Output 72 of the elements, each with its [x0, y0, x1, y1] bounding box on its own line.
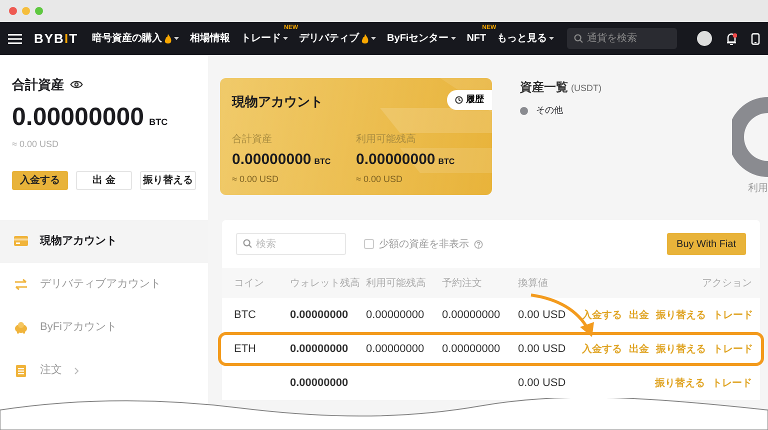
action-button[interactable]: 振り替える — [140, 171, 196, 190]
card-title: 現物アカウント — [232, 93, 323, 111]
column-header: コイン — [234, 276, 265, 290]
table-cell-text: 0.00 USD — [518, 342, 567, 357]
phone-icon[interactable] — [751, 32, 760, 44]
currency-unit: BTC — [314, 156, 331, 166]
caret-icon — [549, 37, 554, 40]
caret-icon — [450, 37, 456, 40]
usd-value: ≈ 0.00 USD — [232, 172, 280, 186]
card-icon — [14, 235, 28, 248]
search-icon — [243, 239, 252, 248]
piggy-bank-icon — [14, 321, 28, 334]
menu-icon[interactable] — [8, 32, 22, 44]
deposit-button[interactable]: 入金する — [12, 171, 68, 190]
clipboard-icon — [14, 364, 28, 377]
chevron-icon — [74, 366, 79, 374]
stat-label: 合計資産 — [232, 132, 273, 146]
transfer-icon — [14, 278, 28, 291]
sidebar-item[interactable]: 現物アカウント — [0, 220, 208, 263]
column-header: 換算値 — [518, 276, 549, 290]
nav-item[interactable]: ByFiセンター — [387, 31, 456, 46]
table-cell-text: 0.00000000 — [442, 342, 502, 357]
stat-label: 利用可能残高 — [356, 132, 417, 146]
table-cell-text: 0.00000000 — [290, 308, 350, 323]
search-field[interactable]: 通貨を検索 — [567, 28, 678, 49]
search-field[interactable]: 検索 — [236, 233, 346, 255]
logo[interactable]: BYBIT — [34, 28, 78, 48]
clock-icon — [455, 96, 463, 104]
table-cell-text: 0.00000000 — [366, 308, 426, 323]
history-button[interactable]: 履歴 — [447, 90, 492, 110]
table-cell-text: ETH — [234, 342, 257, 357]
bell-icon[interactable] — [726, 32, 737, 44]
nav-item[interactable]: デリバティブ — [299, 31, 376, 46]
column-header: アクション — [701, 276, 752, 290]
overview-title: 資産一覧 — [520, 80, 568, 94]
flame-icon — [361, 34, 370, 44]
flame-icon — [164, 34, 172, 44]
table-cell-text: 0.00000000 — [290, 342, 350, 357]
donut-label: 利用 — [748, 182, 768, 196]
search-icon — [574, 34, 584, 43]
nav-item[interactable]: 暗号資産の購入 — [92, 31, 180, 46]
caret-icon — [174, 37, 180, 40]
checkbox-label: 少額の資産を非表示 — [379, 238, 469, 252]
stat-amount: 0.00000000 — [232, 150, 312, 168]
stat-amount: 0.00000000 — [356, 150, 436, 168]
legend-label: その他 — [536, 104, 563, 117]
usd-value: ≈ 0.00 USD — [356, 172, 404, 186]
currency-unit: BTC — [149, 118, 168, 126]
column-header: 利用可能残高 — [366, 276, 427, 290]
table-cell-text: 0.00 USD — [518, 376, 567, 391]
table-cell-text: BTC — [234, 308, 257, 323]
caret-icon — [371, 37, 376, 40]
nav-item[interactable]: もっと見る — [497, 31, 554, 46]
caret-icon — [283, 37, 288, 40]
table-cell-text: 0.00000000 — [442, 308, 502, 323]
total-assets-title: 合計資産 — [12, 76, 64, 94]
window-control[interactable] — [9, 7, 17, 15]
usd-value: ≈ 0.00 USD — [12, 138, 60, 150]
table-cell-text: 0.00000000 — [366, 342, 426, 357]
eye-icon[interactable] — [70, 80, 83, 90]
table-cell-text: 0.00 USD — [518, 308, 567, 323]
checkbox[interactable] — [364, 239, 374, 249]
overview-unit: (USDT) — [571, 83, 602, 93]
column-header: 予約注文 — [442, 276, 483, 290]
total-amount: 0.00000000 — [12, 104, 144, 130]
buy-with-fiat-button[interactable]: Buy With Fiat — [666, 233, 746, 255]
action-button[interactable]: 出 金 — [76, 171, 132, 190]
currency-unit: BTC — [438, 156, 455, 166]
column-header: ウォレット残高 — [290, 276, 361, 290]
table-cell-text: 0.00000000 — [290, 376, 350, 391]
nav-item[interactable]: 相場情報 — [190, 31, 230, 46]
avatar[interactable] — [697, 31, 712, 46]
